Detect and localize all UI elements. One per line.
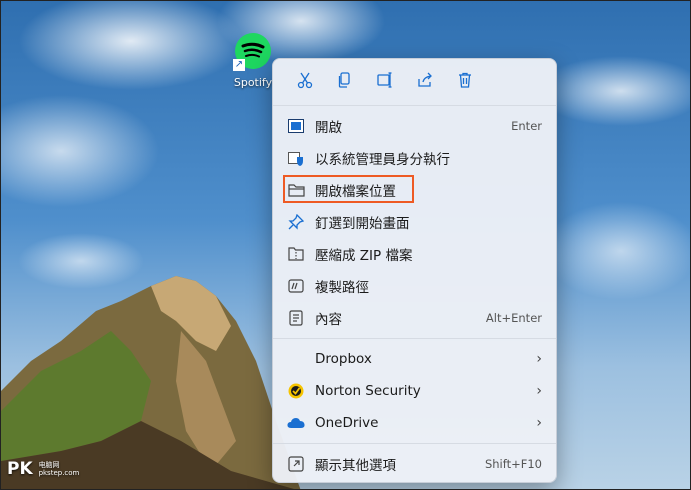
menu-item-label: 以系統管理員身分執行 [315, 152, 450, 168]
norton-icon [287, 382, 305, 400]
chevron-right-icon: › [536, 351, 542, 367]
menu-item-open[interactable]: 開啟 Enter [273, 110, 556, 142]
open-icon [287, 117, 305, 135]
share-button[interactable] [405, 66, 445, 98]
menu-item-properties[interactable]: 內容 Alt+Enter [273, 302, 556, 334]
menu-item-pin-to-start[interactable]: 釘選到開始畫面 [273, 206, 556, 238]
context-menu-toolbar [273, 59, 556, 106]
menu-item-label: OneDrive [315, 415, 379, 431]
menu-separator [273, 443, 556, 444]
rename-button[interactable] [365, 66, 405, 98]
onedrive-icon [287, 414, 305, 432]
watermark-site: pkstep.com [38, 469, 80, 477]
menu-item-shortcut: Shift+F10 [484, 457, 542, 471]
menu-item-copy-path[interactable]: 複製路徑 [273, 270, 556, 302]
menu-item-label: 開啟 [315, 120, 342, 136]
blank-icon [287, 350, 305, 368]
menu-item-show-more-options[interactable]: 顯示其他選項 Shift+F10 [273, 448, 556, 480]
delete-icon [456, 71, 474, 93]
pin-icon [287, 213, 305, 231]
cut-icon [296, 71, 314, 93]
menu-item-run-as-admin[interactable]: 以系統管理員身分執行 [273, 142, 556, 174]
menu-item-label: 釘選到開始畫面 [315, 216, 410, 232]
shortcut-arrow-icon: ↗ [233, 59, 245, 71]
menu-item-label: 開啟檔案位置 [315, 184, 396, 200]
menu-item-open-file-location[interactable]: 開啟檔案位置 [273, 174, 556, 206]
watermark-main: PK [7, 459, 33, 479]
share-icon [416, 71, 434, 93]
mountain-wallpaper-art [1, 276, 301, 489]
watermark-logo: PK 电脑网 pkstep.com [7, 459, 79, 479]
copy-icon [336, 71, 354, 93]
menu-item-label: 內容 [315, 312, 342, 328]
rename-icon [376, 71, 394, 93]
chevron-right-icon: › [536, 415, 542, 431]
menu-item-shortcut: Alt+Enter [485, 311, 542, 325]
folder-icon [287, 181, 305, 199]
menu-item-onedrive[interactable]: OneDrive › [273, 407, 556, 439]
menu-item-label: Dropbox [315, 351, 372, 367]
shield-icon [287, 149, 305, 167]
chevron-right-icon: › [536, 383, 542, 399]
properties-icon [287, 309, 305, 327]
menu-item-norton-security[interactable]: Norton Security › [273, 375, 556, 407]
zip-icon [287, 245, 305, 263]
menu-separator [273, 338, 556, 339]
screen: ↗ Spotify PK 电脑网 pkstep.com 開啟 Enter 以系統… [0, 0, 691, 490]
watermark-sub: 电脑网 [38, 461, 60, 469]
copy-path-icon [287, 277, 305, 295]
cut-button[interactable] [285, 66, 325, 98]
context-menu: 開啟 Enter 以系統管理員身分執行 開啟檔案位置 釘選到開始畫面 壓縮成 Z… [272, 58, 557, 483]
menu-item-label: 複製路徑 [315, 280, 369, 296]
menu-item-shortcut: Enter [511, 119, 542, 133]
delete-button[interactable] [445, 66, 485, 98]
more-options-icon [287, 455, 305, 473]
copy-button[interactable] [325, 66, 365, 98]
menu-item-dropbox[interactable]: Dropbox › [273, 343, 556, 375]
menu-item-compress-zip[interactable]: 壓縮成 ZIP 檔案 [273, 238, 556, 270]
menu-item-label: Norton Security [315, 383, 421, 399]
menu-item-label: 壓縮成 ZIP 檔案 [315, 248, 413, 264]
menu-item-label: 顯示其他選項 [315, 458, 396, 474]
